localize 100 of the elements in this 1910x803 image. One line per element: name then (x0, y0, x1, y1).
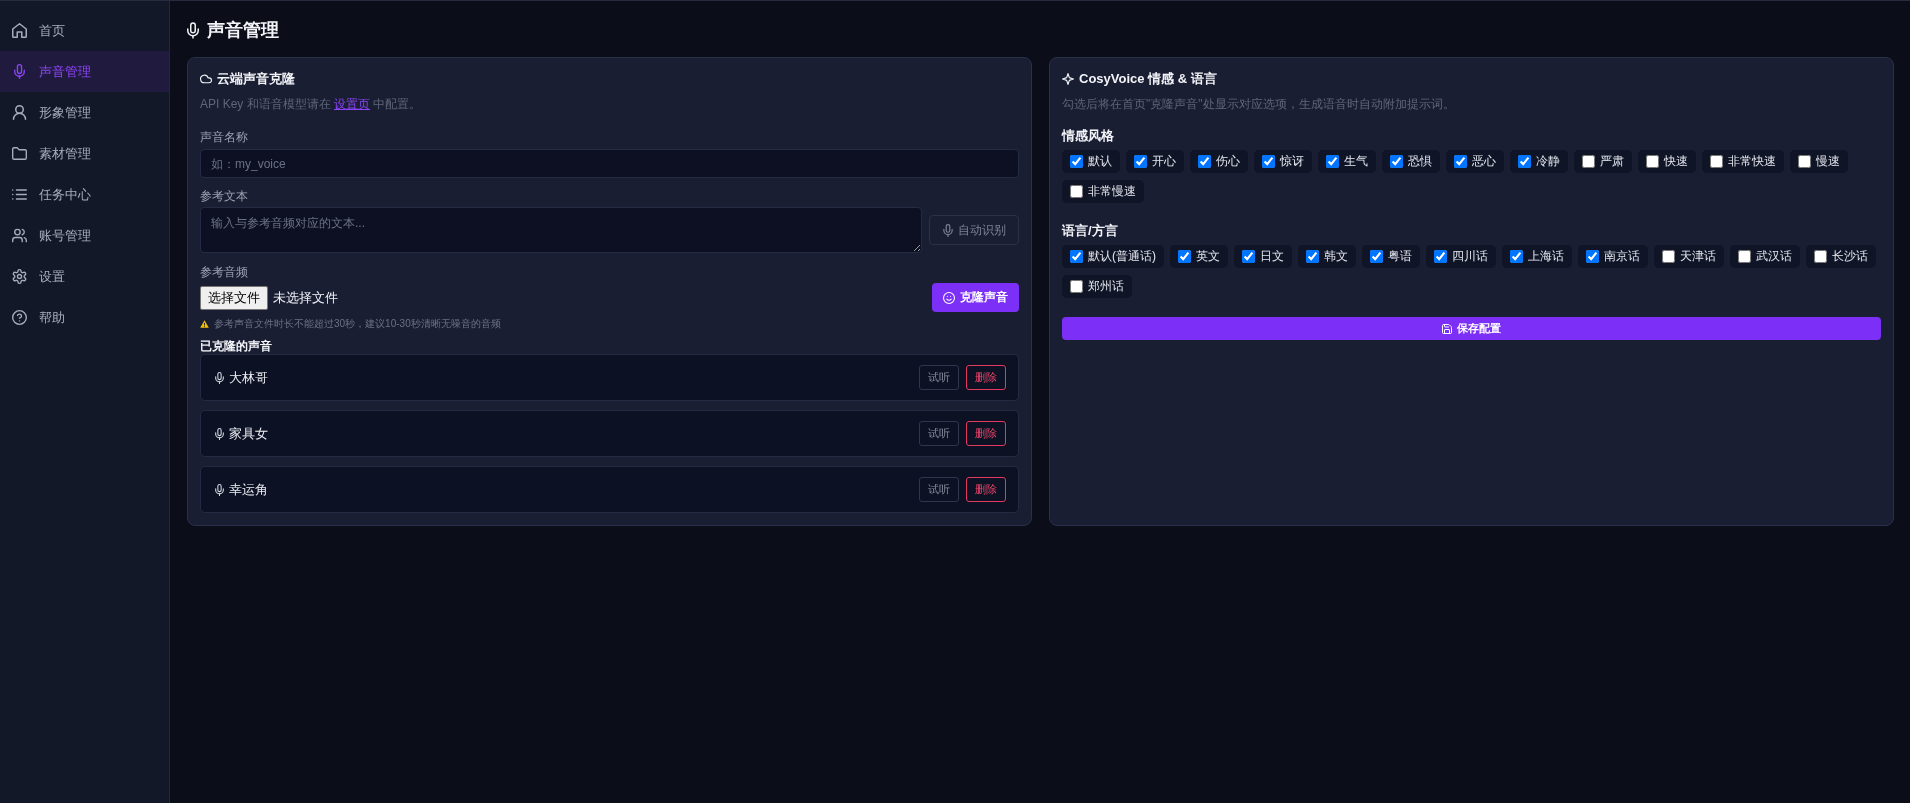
checkbox[interactable] (1710, 155, 1723, 168)
language-option[interactable]: 天津话 (1654, 245, 1724, 268)
warning-icon (200, 320, 209, 328)
checkbox[interactable] (1662, 250, 1675, 263)
checkbox[interactable] (1070, 280, 1083, 293)
settings-icon (12, 269, 27, 284)
language-option[interactable]: 郑州话 (1062, 275, 1132, 298)
checkbox[interactable] (1370, 250, 1383, 263)
sidebar-item[interactable]: 形象管理 (0, 92, 169, 133)
language-option[interactable]: 默认(普通话) (1062, 245, 1164, 268)
checkbox[interactable] (1070, 250, 1083, 263)
section-title: 语言/方言 (1062, 222, 1118, 240)
emotion-option[interactable]: 恐惧 (1382, 150, 1440, 173)
emotion-option[interactable]: 惊讶 (1254, 150, 1312, 173)
emotion-option[interactable]: 默认 (1062, 150, 1120, 173)
card-title: CosyVoice 情感 & 语言 (1079, 70, 1217, 88)
voice-name: 大林哥 (229, 368, 268, 387)
reference-text-field[interactable]: 输入与参考音频对应的文本... (200, 207, 922, 253)
language-option[interactable]: 四川话 (1426, 245, 1496, 268)
home-icon (12, 23, 27, 38)
checkbox[interactable] (1198, 155, 1211, 168)
microphone-icon (12, 64, 27, 79)
file-status: 未选择文件 (273, 288, 338, 307)
checkbox[interactable] (1454, 155, 1467, 168)
sidebar-item[interactable]: 账号管理 (0, 215, 169, 256)
sidebar-item[interactable]: 首页 (0, 10, 169, 51)
field-label: 参考文本 (200, 188, 248, 205)
language-option[interactable]: 粤语 (1362, 245, 1420, 268)
delete-button[interactable]: 删除 (966, 477, 1006, 502)
checkbox[interactable] (1586, 250, 1599, 263)
language-option[interactable]: 长沙话 (1806, 245, 1876, 268)
checkbox[interactable] (1178, 250, 1191, 263)
microphone-icon (215, 427, 224, 440)
sidebar-item[interactable]: 设置 (0, 256, 169, 297)
checkbox[interactable] (1510, 250, 1523, 263)
sidebar-item[interactable]: 任务中心 (0, 174, 169, 215)
emotion-option[interactable]: 伤心 (1190, 150, 1248, 173)
smiley-icon (943, 291, 955, 304)
field-label: 声音名称 (200, 129, 248, 146)
voice-name: 家具女 (229, 424, 268, 443)
sparkle-icon (1062, 73, 1074, 85)
voice-name-field[interactable]: 如：my_voice (200, 149, 1019, 178)
language-option[interactable]: 武汉话 (1730, 245, 1800, 268)
checkbox[interactable] (1738, 250, 1751, 263)
checkbox[interactable] (1434, 250, 1447, 263)
card-description: 勾选后将在首页"克隆声音"处显示对应选项，生成语音时自动附加提示词。 (1062, 96, 1455, 113)
warning-text: 参考声音文件时长不能超过30秒，建议10-30秒清晰无噪音的音频 (214, 317, 501, 331)
auto-recognize-button[interactable]: 自动识别 (929, 215, 1019, 245)
checkbox[interactable] (1390, 155, 1403, 168)
checkbox[interactable] (1814, 250, 1827, 263)
save-config-button[interactable]: 保存配置 (1062, 317, 1881, 340)
emotion-option[interactable]: 非常快速 (1702, 150, 1784, 173)
checkbox[interactable] (1326, 155, 1339, 168)
preview-button[interactable]: 试听 (919, 421, 959, 446)
language-option[interactable]: 英文 (1170, 245, 1228, 268)
clone-voice-button[interactable]: 克隆声音 (932, 283, 1019, 312)
language-option[interactable]: 韩文 (1298, 245, 1356, 268)
checkbox[interactable] (1242, 250, 1255, 263)
language-option[interactable]: 日文 (1234, 245, 1292, 268)
checkbox[interactable] (1070, 185, 1083, 198)
delete-button[interactable]: 删除 (966, 421, 1006, 446)
page-title: 声音管理 (207, 19, 279, 42)
emotion-option[interactable]: 恶心 (1446, 150, 1504, 173)
preview-button[interactable]: 试听 (919, 477, 959, 502)
emotion-option[interactable]: 生气 (1318, 150, 1376, 173)
sidebar-item[interactable]: 素材管理 (0, 133, 169, 174)
microphone-icon (187, 21, 199, 39)
delete-button[interactable]: 删除 (966, 365, 1006, 390)
language-option[interactable]: 上海话 (1502, 245, 1572, 268)
checkbox[interactable] (1798, 155, 1811, 168)
emotion-option[interactable]: 非常慢速 (1062, 180, 1144, 203)
preview-button[interactable]: 试听 (919, 365, 959, 390)
choose-file-button[interactable]: 选择文件 (200, 285, 268, 310)
emotion-option[interactable]: 开心 (1126, 150, 1184, 173)
checkbox[interactable] (1262, 155, 1275, 168)
help-icon (12, 310, 27, 325)
cloud-icon (200, 73, 212, 85)
sidebar-item[interactable]: 帮助 (0, 297, 169, 338)
emotion-option[interactable]: 严肃 (1574, 150, 1632, 173)
checkbox[interactable] (1646, 155, 1659, 168)
card-title: 云端声音克隆 (217, 70, 295, 88)
checkbox[interactable] (1306, 250, 1319, 263)
field-label: 参考音频 (200, 264, 248, 281)
emotion-option[interactable]: 快速 (1638, 150, 1696, 173)
microphone-icon (215, 483, 224, 496)
save-icon (1442, 323, 1452, 334)
section-title: 已克隆的声音 (200, 338, 272, 354)
emotion-option[interactable]: 慢速 (1790, 150, 1848, 173)
checkbox[interactable] (1070, 155, 1083, 168)
section-title: 情感风格 (1062, 127, 1114, 145)
emotion-option[interactable]: 冷静 (1510, 150, 1568, 173)
checkbox[interactable] (1134, 155, 1147, 168)
folder-icon (12, 146, 27, 161)
user-icon (12, 105, 27, 120)
checkbox[interactable] (1518, 155, 1531, 168)
voice-name: 幸运角 (229, 480, 268, 499)
language-option[interactable]: 南京话 (1578, 245, 1648, 268)
list-icon (12, 187, 27, 202)
checkbox[interactable] (1582, 155, 1595, 168)
microphone-icon (215, 371, 224, 384)
